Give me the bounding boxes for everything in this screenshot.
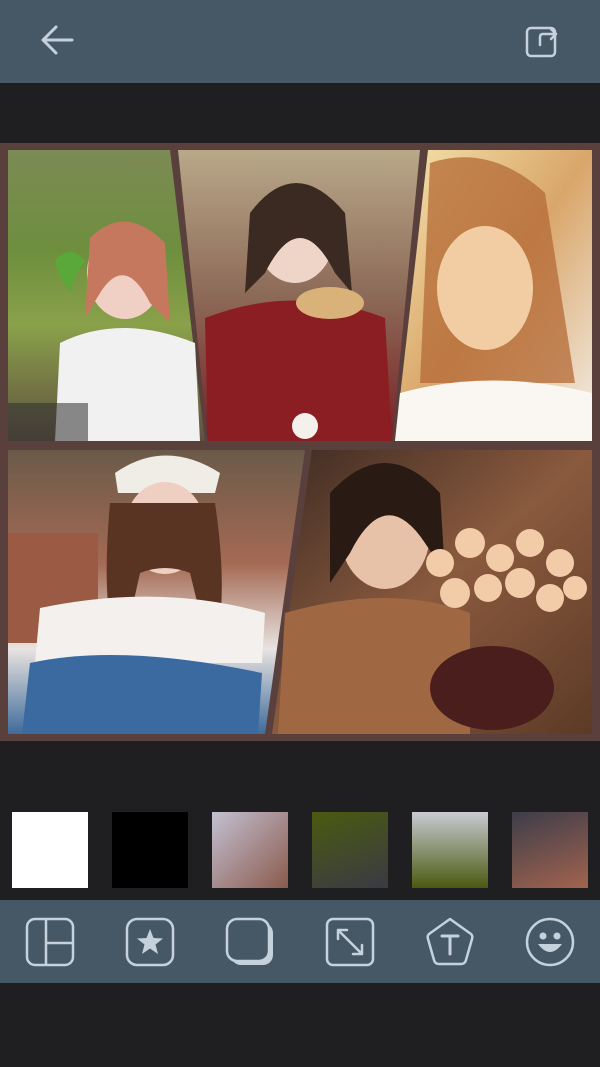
sticker-star-icon: [125, 917, 175, 967]
text-tag-icon: [426, 917, 474, 966]
photo-girl-heart-balloon[interactable]: [8, 150, 205, 441]
emoji-smile-icon: [525, 917, 575, 967]
top-bar: [0, 0, 600, 83]
resize-button[interactable]: [323, 915, 377, 969]
layout-button[interactable]: [23, 915, 77, 969]
top-spacer: [0, 83, 600, 143]
photo-collage[interactable]: [0, 143, 600, 741]
emoji-button[interactable]: [523, 915, 577, 969]
swatch-olive-dark[interactable]: [312, 812, 388, 888]
swatch-lavender-brown[interactable]: [212, 812, 288, 888]
photo-girl-white-cap[interactable]: [8, 450, 305, 734]
background-swatch-row: [0, 812, 600, 888]
sticker-button[interactable]: [123, 915, 177, 969]
border-button[interactable]: [223, 915, 277, 969]
share-button[interactable]: [520, 18, 564, 62]
back-button[interactable]: [36, 18, 80, 62]
share-icon: [525, 26, 558, 58]
swatch-silver-olive[interactable]: [412, 812, 488, 888]
text-button[interactable]: [423, 915, 477, 969]
swatch-white[interactable]: [12, 812, 88, 888]
layout-icon: [25, 917, 75, 967]
swatch-black[interactable]: [112, 812, 188, 888]
photo-girl-rose-basket[interactable]: [272, 450, 592, 734]
border-corner-icon: [225, 917, 273, 965]
bottom-spacer: [0, 983, 600, 1067]
resize-icon: [325, 917, 375, 967]
swatch-slate-rust[interactable]: [512, 812, 588, 888]
bottom-toolbar: [0, 900, 600, 983]
photo-girl-sunlit-portrait[interactable]: [395, 150, 592, 441]
arrow-left-icon: [41, 25, 74, 55]
photo-girl-red-sweater-eating[interactable]: [178, 150, 420, 441]
